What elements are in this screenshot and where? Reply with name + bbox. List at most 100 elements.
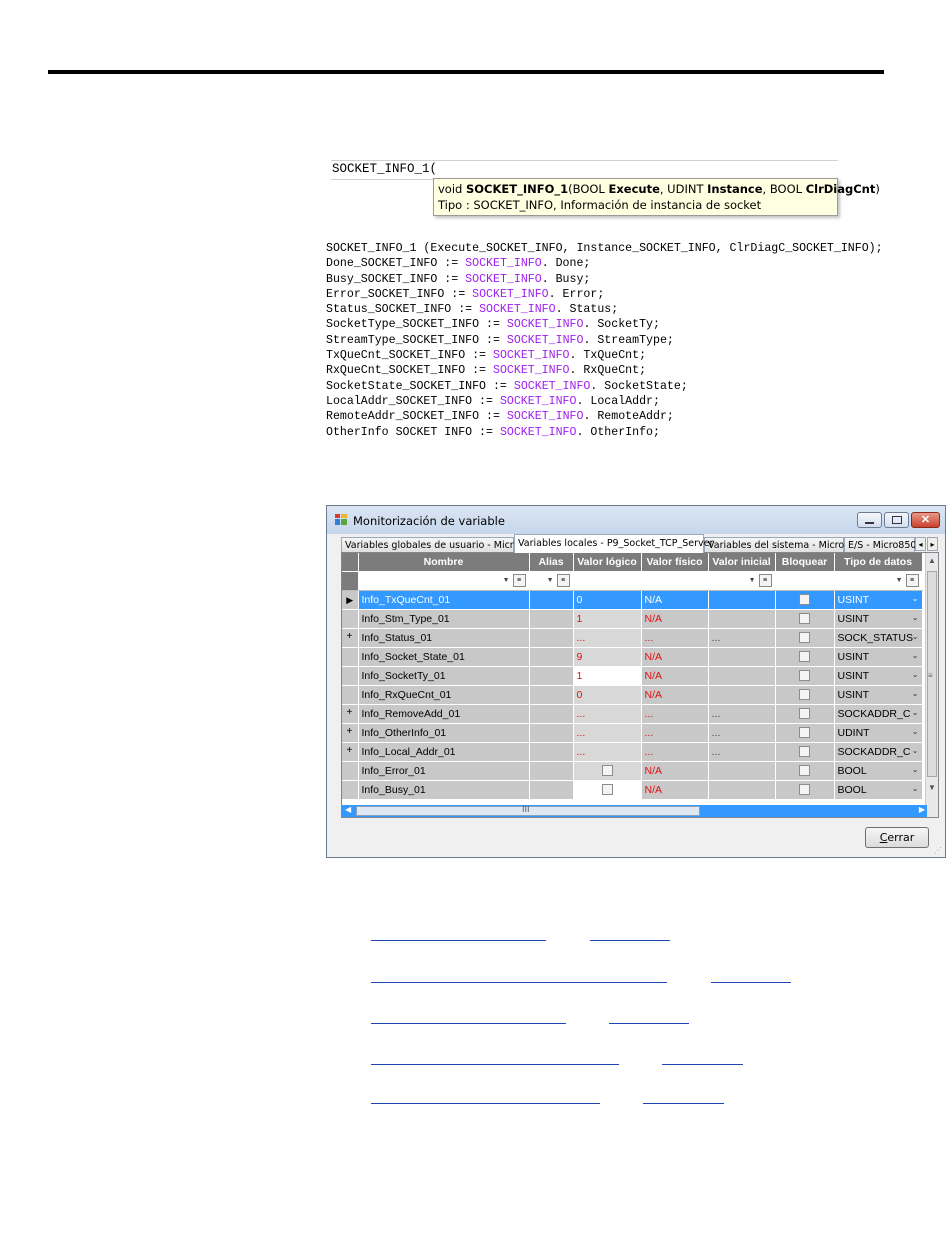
cell-bloquear[interactable]: [775, 780, 835, 800]
table-row[interactable]: + Info_Local_Addr_01......... SOCKADDR_C ⌄: [342, 742, 923, 762]
table-row[interactable]: Info_RxQueCnt_01 0 N/A USINT ⌄: [342, 685, 923, 705]
link-underline[interactable]: [711, 982, 791, 984]
table-row[interactable]: + Info_OtherInfo_01......... UDINT ⌄: [342, 723, 923, 743]
resize-grip-icon[interactable]: ⋰: [934, 846, 942, 855]
cell-bloquear[interactable]: [775, 628, 835, 648]
lock-checkbox[interactable]: [799, 613, 810, 625]
table-row[interactable]: Info_Socket_State_01 9 N/A USINT ⌄: [342, 647, 923, 667]
cell-valor-logico[interactable]: [573, 780, 642, 800]
cell-nombre[interactable]: Info_Error_01: [358, 761, 530, 781]
cell-valor-inicial[interactable]: [708, 780, 776, 800]
scroll-up-arrow-icon[interactable]: ▲: [928, 556, 936, 565]
filter-icon[interactable]: ≡: [758, 574, 772, 587]
row-header[interactable]: [342, 780, 359, 800]
cell-nombre[interactable]: + Info_OtherInfo_01: [347, 723, 530, 743]
lock-checkbox[interactable]: [799, 746, 810, 758]
expand-icon[interactable]: +: [347, 726, 353, 737]
cell-valor-logico[interactable]: 1: [573, 609, 642, 629]
chevron-down-icon[interactable]: ▼: [896, 577, 903, 584]
chevron-down-icon[interactable]: ⌄: [912, 784, 919, 793]
lock-checkbox[interactable]: [799, 651, 810, 663]
cell-bloquear[interactable]: [775, 742, 835, 762]
cell-valor-inicial[interactable]: [708, 590, 776, 610]
cell-tipo[interactable]: SOCK_STATUS ⌄: [834, 628, 923, 648]
expand-icon[interactable]: +: [347, 745, 353, 756]
chevron-down-icon[interactable]: ⌄: [912, 594, 919, 603]
cell-alias[interactable]: [529, 742, 574, 762]
cell-bloquear[interactable]: [775, 609, 835, 629]
cell-alias[interactable]: [529, 723, 574, 743]
table-row[interactable]: Info_Error_01 N/A BOOL ⌄: [342, 761, 923, 781]
chevron-down-icon[interactable]: ⌄: [912, 689, 919, 698]
cell-nombre[interactable]: Info_RxQueCnt_01: [358, 685, 530, 705]
cell-tipo[interactable]: USINT ⌄: [834, 666, 923, 686]
cell-valor-logico[interactable]: 0: [573, 590, 642, 610]
row-header[interactable]: [342, 666, 359, 686]
link-underline[interactable]: [609, 1023, 689, 1025]
cell-nombre[interactable]: + Info_Local_Addr_01: [347, 742, 530, 762]
cell-bloquear[interactable]: [775, 685, 835, 705]
minimize-button[interactable]: [857, 512, 882, 528]
chevron-down-icon[interactable]: ▼: [547, 577, 554, 584]
table-row[interactable]: Info_SocketTy_01 1 N/A USINT ⌄: [342, 666, 923, 686]
cell-nombre[interactable]: Info_TxQueCnt_01: [358, 590, 530, 610]
cell-nombre[interactable]: Info_Busy_01: [358, 780, 530, 800]
row-header[interactable]: ▶: [342, 590, 359, 610]
cell-alias[interactable]: [529, 647, 574, 667]
row-header[interactable]: [342, 685, 359, 705]
cell-tipo[interactable]: USINT ⌄: [834, 609, 923, 629]
editor-input-line[interactable]: SOCKET_INFO_1(: [331, 160, 838, 180]
table-row[interactable]: ▶ Info_TxQueCnt_01 0 N/A USINT ⌄: [342, 590, 923, 610]
col-header-valor-inicial[interactable]: Valor inicial: [708, 553, 776, 572]
table-row[interactable]: Info_Stm_Type_01 1 N/A USINT ⌄: [342, 609, 923, 629]
chevron-down-icon[interactable]: ⌄: [912, 765, 919, 774]
cell-tipo[interactable]: UDINT ⌄: [834, 723, 923, 743]
chevron-down-icon[interactable]: ⌄: [912, 632, 919, 641]
lock-checkbox[interactable]: [799, 689, 810, 701]
cell-valor-inicial[interactable]: ...: [708, 628, 776, 648]
table-row[interactable]: + Info_Status_01......... SOCK_STATUS ⌄: [342, 628, 923, 648]
cell-alias[interactable]: [529, 666, 574, 686]
link-underline[interactable]: [590, 940, 670, 942]
filter-icon[interactable]: ≡: [905, 574, 919, 587]
col-header-nombre[interactable]: Nombre: [358, 553, 530, 572]
tab-local-variables[interactable]: Variables locales - P9_Socket_TCP_Server: [514, 534, 713, 553]
cell-valor-logico[interactable]: 9: [573, 647, 642, 667]
cell-alias[interactable]: [529, 590, 574, 610]
cell-alias[interactable]: [529, 628, 574, 648]
lock-checkbox[interactable]: [799, 670, 810, 682]
filter-valor-inicial[interactable]: ▼ ≡: [708, 571, 776, 591]
cell-valor-logico[interactable]: 0: [573, 685, 642, 705]
checkbox[interactable]: [601, 765, 613, 777]
cell-valor-logico[interactable]: ...: [573, 704, 642, 724]
maximize-button[interactable]: [884, 512, 909, 528]
cell-valor-inicial[interactable]: ...: [708, 742, 776, 762]
lock-checkbox[interactable]: [799, 708, 810, 720]
cell-tipo[interactable]: USINT ⌄: [834, 590, 923, 610]
cell-bloquear[interactable]: [775, 723, 835, 743]
lock-checkbox[interactable]: [799, 632, 810, 644]
cell-tipo[interactable]: USINT ⌄: [834, 647, 923, 667]
filter-tipo[interactable]: ▼ ≡: [834, 571, 923, 591]
cell-tipo[interactable]: BOOL ⌄: [834, 761, 923, 781]
chevron-down-icon[interactable]: ▼: [503, 577, 510, 584]
cell-bloquear[interactable]: [775, 761, 835, 781]
cell-nombre[interactable]: Info_Stm_Type_01: [358, 609, 530, 629]
chevron-down-icon[interactable]: ⌄: [912, 708, 919, 717]
cell-tipo[interactable]: SOCKADDR_C ⌄: [834, 742, 923, 762]
scroll-left-arrow-icon[interactable]: ◀: [345, 805, 351, 814]
cell-alias[interactable]: [529, 780, 574, 800]
cell-valor-inicial[interactable]: [708, 609, 776, 629]
dialog-titlebar[interactable]: Monitorización de variable ✕: [327, 506, 945, 534]
scroll-down-arrow-icon[interactable]: ▼: [928, 783, 936, 792]
tab-scroll-left[interactable]: ◂: [915, 537, 926, 551]
cell-bloquear[interactable]: [775, 704, 835, 724]
chevron-down-icon[interactable]: ▼: [749, 577, 756, 584]
col-header-bloquear[interactable]: Bloquear: [775, 553, 835, 572]
lock-checkbox[interactable]: [799, 727, 810, 739]
cerrar-button[interactable]: Cerrar: [865, 827, 929, 848]
cell-valor-inicial[interactable]: [708, 685, 776, 705]
row-header[interactable]: [342, 609, 359, 629]
link-underline[interactable]: [371, 982, 667, 984]
cell-valor-logico[interactable]: ...: [573, 628, 642, 648]
